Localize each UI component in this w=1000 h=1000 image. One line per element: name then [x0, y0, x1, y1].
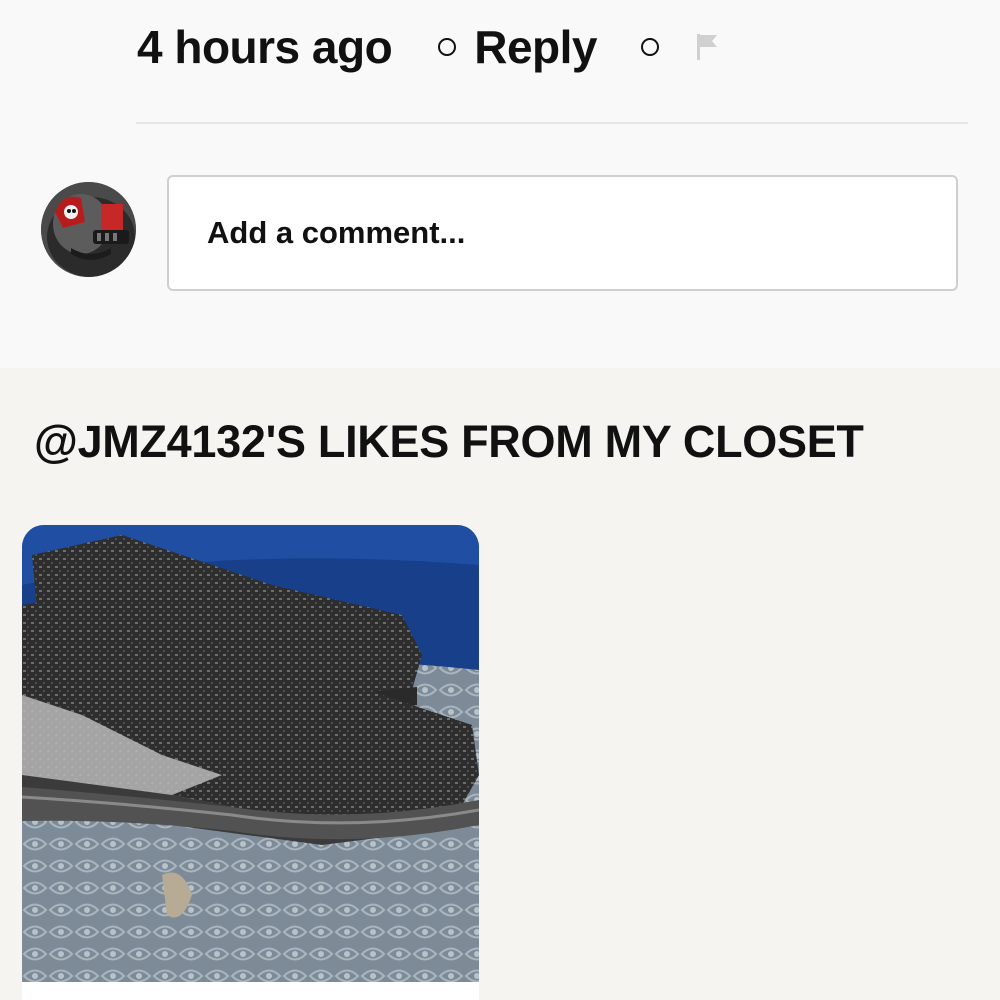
divider	[136, 122, 968, 124]
avatar[interactable]	[41, 182, 136, 277]
separator-dot-icon	[640, 38, 659, 56]
listing-card-footer	[22, 982, 479, 1000]
add-comment-input[interactable]: Add a comment...	[167, 175, 958, 291]
listing-image	[22, 525, 479, 982]
comment-meta-row: 4 hours ago Reply	[137, 12, 721, 82]
listing-card[interactable]	[22, 525, 479, 1000]
comment-time: 4 hours ago	[137, 21, 393, 73]
add-comment-placeholder: Add a comment...	[207, 215, 466, 250]
separator-dot-icon	[438, 38, 457, 56]
likes-section: @JMZ4132'S LIKES FROM MY CLOSET	[0, 368, 1000, 1000]
reply-button[interactable]: Reply	[474, 20, 597, 74]
flag-icon[interactable]	[695, 32, 721, 62]
likes-heading: @JMZ4132'S LIKES FROM MY CLOSET	[34, 416, 864, 467]
